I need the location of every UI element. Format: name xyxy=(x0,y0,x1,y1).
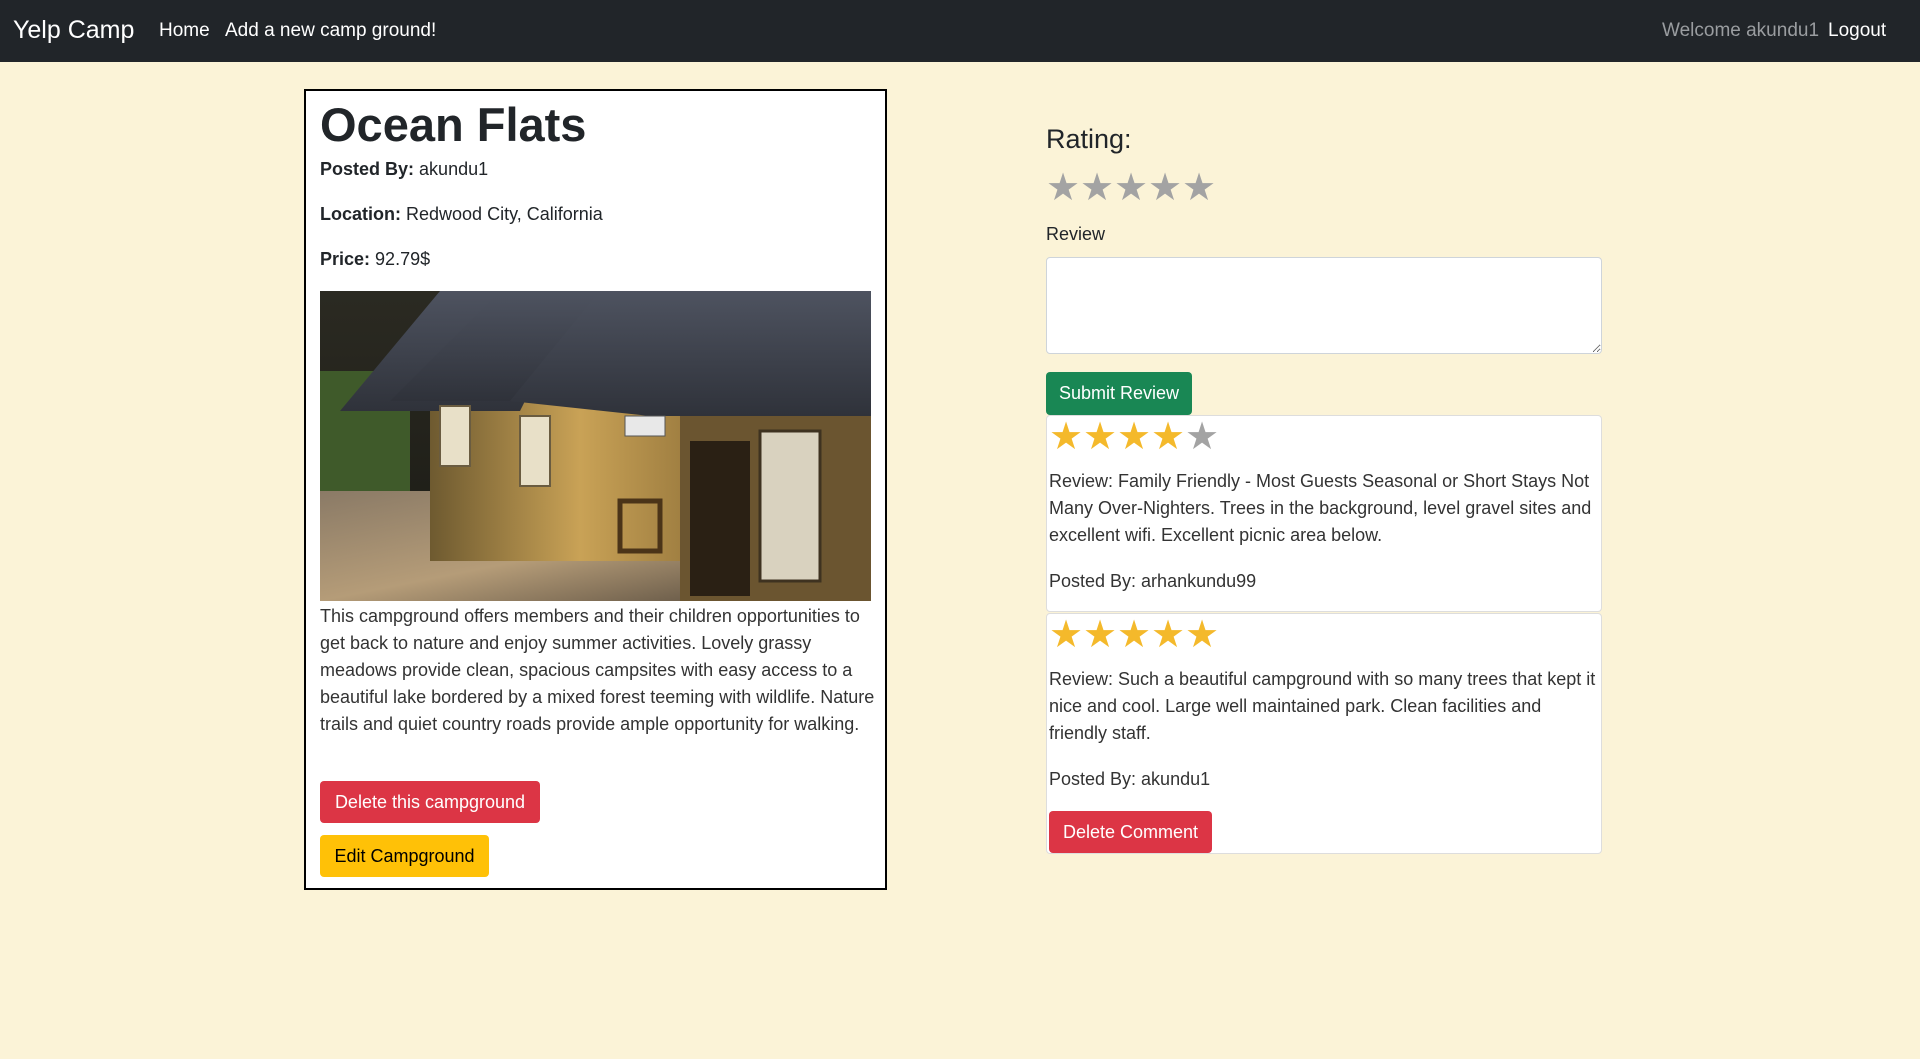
star-filled-icon: ★ xyxy=(1083,614,1118,656)
review-text: Review: Family Friendly - Most Guests Se… xyxy=(1049,471,1592,545)
posted-by-label: Posted By: xyxy=(320,159,415,179)
review-rating-stars: ★ ★ ★ ★ ★ xyxy=(1049,616,1219,654)
rating-star-input[interactable]: ★ ★ ★ ★ ★ xyxy=(1046,169,1216,207)
star-filled-icon: ★ xyxy=(1049,614,1084,656)
star-icon[interactable]: ★ xyxy=(1148,169,1182,207)
review-label: Review xyxy=(1046,224,1106,244)
star-filled-icon: ★ xyxy=(1185,614,1220,656)
campground-description: This campground offers members and their… xyxy=(320,606,875,734)
campground-card: Ocean Flats Posted By: akundu1 Location:… xyxy=(304,89,887,890)
review-author: Posted By: akundu1 xyxy=(1049,769,1211,789)
campground-posted-by: Posted By: akundu1 xyxy=(320,159,488,180)
review-card: ★ ★ ★ ★ ★ Review: Family Friendly - Most… xyxy=(1046,415,1602,612)
edit-campground-button[interactable]: Edit Campground xyxy=(320,835,489,877)
star-icon[interactable]: ★ xyxy=(1182,169,1216,207)
rating-label: Rating: xyxy=(1046,124,1132,154)
star-filled-icon: ★ xyxy=(1117,614,1152,656)
logout-link[interactable]: Logout xyxy=(1828,20,1886,42)
campground-location: Location: Redwood City, California xyxy=(320,204,603,225)
delete-campground-button[interactable]: Delete this campground xyxy=(320,781,540,823)
welcome-text: Welcome akundu1 xyxy=(1662,20,1820,41)
nav-home-link[interactable]: Home xyxy=(159,20,210,42)
star-icon[interactable]: ★ xyxy=(1046,169,1080,207)
star-filled-icon: ★ xyxy=(1049,416,1084,458)
star-icon[interactable]: ★ xyxy=(1080,169,1114,207)
price-label: Price: xyxy=(320,249,371,269)
star-filled-icon: ★ xyxy=(1151,416,1186,458)
campground-image xyxy=(320,291,871,601)
star-filled-icon: ★ xyxy=(1151,614,1186,656)
delete-comment-button[interactable]: Delete Comment xyxy=(1049,811,1212,853)
submit-review-button[interactable]: Submit Review xyxy=(1046,372,1192,415)
location-label: Location: xyxy=(320,204,401,224)
posted-by-value: akundu1 xyxy=(419,159,489,179)
campground-price: Price: 92.79$ xyxy=(320,249,430,270)
brand-link[interactable]: Yelp Camp xyxy=(13,16,134,45)
review-author: Posted By: arhankundu99 xyxy=(1049,571,1257,591)
review-text: Review: Such a beautiful campground with… xyxy=(1049,669,1596,743)
nav-add-campground-link[interactable]: Add a new camp ground! xyxy=(225,20,436,42)
navbar: Yelp Camp Home Add a new camp ground! We… xyxy=(0,0,1920,62)
review-rating-stars: ★ ★ ★ ★ ★ xyxy=(1049,418,1219,456)
location-value: Redwood City, California xyxy=(406,204,603,224)
star-filled-icon: ★ xyxy=(1083,416,1118,458)
star-icon[interactable]: ★ xyxy=(1114,169,1148,207)
star-filled-icon: ★ xyxy=(1117,416,1152,458)
review-textarea[interactable] xyxy=(1046,257,1602,354)
star-empty-icon: ★ xyxy=(1185,416,1220,458)
campground-title: Ocean Flats xyxy=(320,98,587,151)
price-value: 92.79$ xyxy=(375,249,431,269)
review-card: ★ ★ ★ ★ ★ Review: Such a beautiful campg… xyxy=(1046,613,1602,854)
